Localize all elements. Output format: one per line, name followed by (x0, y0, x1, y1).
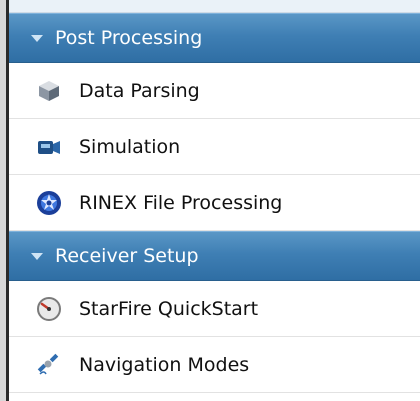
nav-item-label: Data Parsing (79, 79, 200, 102)
navigation-panel: Post Processing Data Parsing Simulation (9, 0, 420, 401)
nav-item-label: Navigation Modes (79, 353, 250, 376)
collapse-triangle-icon (31, 34, 43, 42)
section-header-post-processing[interactable]: Post Processing (9, 13, 420, 63)
nav-item-label: StarFire QuickStart (79, 297, 259, 320)
collapse-triangle-icon (31, 252, 43, 260)
panel-top-strip (9, 0, 420, 13)
nav-item-data-parsing[interactable]: Data Parsing (9, 63, 420, 119)
nav-item-navigation-modes[interactable]: Navigation Modes (9, 337, 420, 393)
gear-globe-icon (35, 189, 63, 217)
video-camera-icon (35, 133, 63, 161)
nav-item-starfire-quickstart[interactable]: StarFire QuickStart (9, 281, 420, 337)
nav-item-label: RINEX File Processing (79, 191, 283, 214)
nav-item-simulation[interactable]: Simulation (9, 119, 420, 175)
window-left-border (0, 0, 9, 401)
section-title: Post Processing (55, 27, 203, 49)
nav-item-rinex-file-processing[interactable]: RINEX File Processing (9, 175, 420, 231)
section-title: Receiver Setup (55, 245, 199, 267)
gauge-icon (35, 295, 63, 323)
satellite-icon (35, 351, 63, 379)
cube-icon (35, 77, 63, 105)
section-header-receiver-setup[interactable]: Receiver Setup (9, 231, 420, 281)
nav-item-label: Simulation (79, 135, 181, 158)
